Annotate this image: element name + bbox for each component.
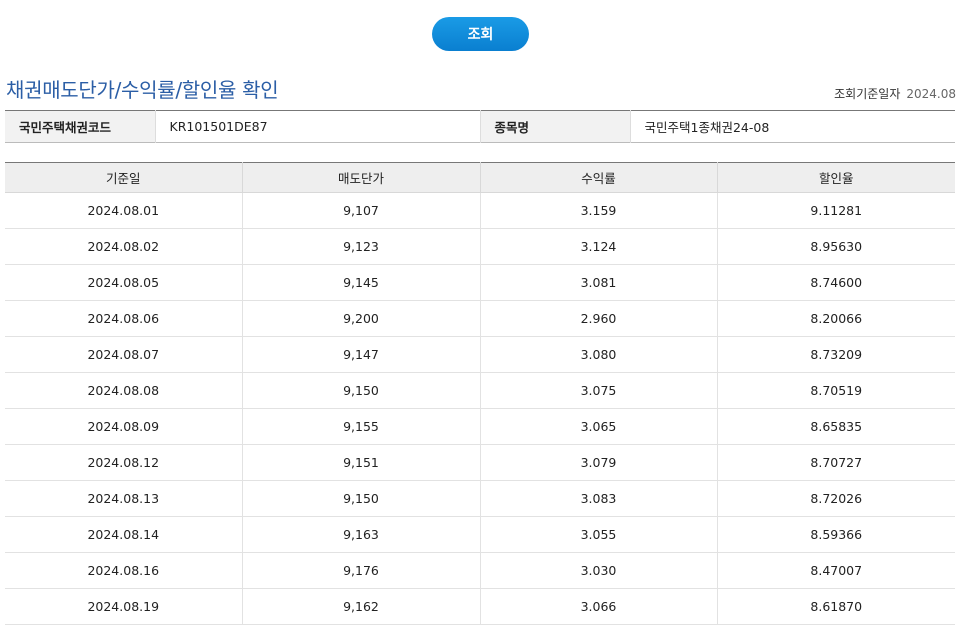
cell-base-date: 2024.08.14 <box>5 516 243 553</box>
cell-sell-price: 9,200 <box>242 300 481 337</box>
table-row: 2024.08.02 9,123 3.124 8.95630 <box>5 228 955 265</box>
reference-date: 조회기준일자 2024.08 <box>834 85 956 102</box>
cell-discount-rate: 8.74600 <box>717 264 955 301</box>
cell-yield: 3.065 <box>480 408 718 445</box>
cell-yield: 3.066 <box>480 588 718 625</box>
price-yield-table: 기준일 매도단가 수익률 할인율 2024.08.01 9,107 3.159 9.1… <box>5 162 955 625</box>
cell-yield: 3.030 <box>480 552 718 589</box>
cell-base-date: 2024.08.16 <box>5 552 243 589</box>
cell-discount-rate: 8.59366 <box>717 516 955 553</box>
cell-sell-price: 9,107 <box>242 192 481 229</box>
cell-yield: 3.079 <box>480 444 718 481</box>
reference-date-value: 2024.08 <box>906 87 956 101</box>
bond-name-value: 국민주택1종채권24-08 <box>644 120 770 135</box>
table-row: 2024.08.08 9,150 3.075 8.70519 <box>5 372 955 409</box>
cell-discount-rate: 8.72026 <box>717 480 955 517</box>
cell-sell-price: 9,150 <box>242 480 481 517</box>
cell-sell-price: 9,163 <box>242 516 481 553</box>
cell-sell-price: 9,150 <box>242 372 481 409</box>
cell-base-date: 2024.08.05 <box>5 264 243 301</box>
cell-discount-rate: 9.11281 <box>717 192 955 229</box>
cell-discount-rate: 8.47007 <box>717 552 955 589</box>
cell-base-date: 2024.08.06 <box>5 300 243 337</box>
bond-name-label: 종목명 <box>480 110 631 143</box>
cell-yield: 3.083 <box>480 480 718 517</box>
bond-info-table: 국민주택채권코드 KR101501DE87 종목명 국민주택1종채권24-08 <box>5 110 955 143</box>
cell-base-date: 2024.08.02 <box>5 228 243 265</box>
cell-sell-price: 9,147 <box>242 336 481 373</box>
table-row: 2024.08.01 9,107 3.159 9.11281 <box>5 192 955 229</box>
cell-sell-price: 9,176 <box>242 552 481 589</box>
cell-discount-rate: 8.20066 <box>717 300 955 337</box>
cell-discount-rate: 8.73209 <box>717 336 955 373</box>
table-row: 2024.08.09 9,155 3.065 8.65835 <box>5 408 955 445</box>
cell-yield: 3.124 <box>480 228 718 265</box>
bond-code-value: KR101501DE87 <box>155 110 481 143</box>
cell-yield: 3.055 <box>480 516 718 553</box>
cell-discount-rate: 8.95630 <box>717 228 955 265</box>
header-base-date: 기준일 <box>5 162 243 193</box>
cell-sell-price: 9,155 <box>242 408 481 445</box>
cell-base-date: 2024.08.07 <box>5 336 243 373</box>
table-header-row: 기준일 매도단가 수익률 할인율 <box>5 162 955 193</box>
cell-sell-price: 9,123 <box>242 228 481 265</box>
cell-yield: 2.960 <box>480 300 718 337</box>
table-row: 2024.08.12 9,151 3.079 8.70727 <box>5 444 955 481</box>
table-body: 2024.08.01 9,107 3.159 9.11281 2024.08.02 9,1… <box>5 192 955 625</box>
cell-yield: 3.080 <box>480 336 718 373</box>
cell-discount-rate: 8.61870 <box>717 588 955 625</box>
cell-discount-rate: 8.70727 <box>717 444 955 481</box>
page-title: 채권매도단가/수익률/할인율 확인 <box>6 78 279 102</box>
cell-base-date: 2024.08.13 <box>5 480 243 517</box>
cell-sell-price: 9,162 <box>242 588 481 625</box>
reference-date-label: 조회기준일자 <box>834 87 901 101</box>
bond-code-label: 국민주택채권코드 <box>5 110 156 143</box>
cell-discount-rate: 8.70519 <box>717 372 955 409</box>
cell-yield: 3.081 <box>480 264 718 301</box>
table-row: 2024.08.16 9,176 3.030 8.47007 <box>5 552 955 589</box>
cell-yield: 3.075 <box>480 372 718 409</box>
cell-discount-rate: 8.65835 <box>717 408 955 445</box>
table-row: 2024.08.05 9,145 3.081 8.74600 <box>5 264 955 301</box>
header-sell-price: 매도단가 <box>242 162 481 193</box>
cell-sell-price: 9,151 <box>242 444 481 481</box>
table-row: 2024.08.13 9,150 3.083 8.72026 <box>5 480 955 517</box>
table-row: 2024.08.07 9,147 3.080 8.73209 <box>5 336 955 373</box>
header-discount-rate: 할인율 <box>717 162 955 193</box>
bond-info-row: 국민주택채권코드 KR101501DE87 종목명 국민주택1종채권24-08 <box>5 110 955 143</box>
cell-yield: 3.159 <box>480 192 718 229</box>
cell-base-date: 2024.08.08 <box>5 372 243 409</box>
cell-base-date: 2024.08.12 <box>5 444 243 481</box>
cell-sell-price: 9,145 <box>242 264 481 301</box>
header-yield: 수익률 <box>480 162 718 193</box>
table-row: 2024.08.19 9,162 3.066 8.61870 <box>5 588 955 625</box>
cell-base-date: 2024.08.19 <box>5 588 243 625</box>
search-button[interactable]: 조회 <box>432 17 529 51</box>
table-row: 2024.08.14 9,163 3.055 8.59366 <box>5 516 955 553</box>
cell-base-date: 2024.08.09 <box>5 408 243 445</box>
cell-base-date: 2024.08.01 <box>5 192 243 229</box>
table-row: 2024.08.06 9,200 2.960 8.20066 <box>5 300 955 337</box>
